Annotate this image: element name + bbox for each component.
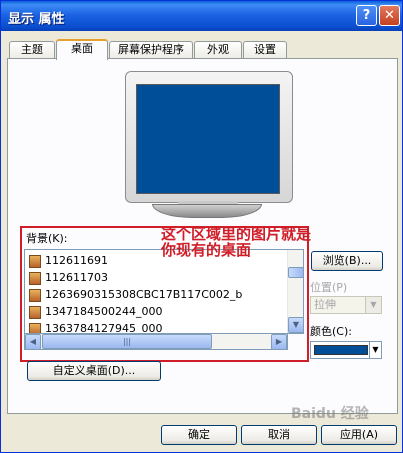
- tab-desktop[interactable]: 桌面: [56, 39, 108, 60]
- browse-button[interactable]: 浏览(B)...: [311, 251, 383, 271]
- ok-button[interactable]: 确定: [161, 425, 237, 445]
- tab-settings[interactable]: 设置: [243, 41, 287, 59]
- color-swatch: [314, 345, 368, 355]
- preview-screen: [136, 84, 280, 194]
- display-properties-window: 显示 属性 ? ✕ 主题 桌面 屏幕保护程序 外观 设置 背景(K): 1126…: [0, 0, 403, 453]
- close-button[interactable]: ✕: [379, 5, 400, 26]
- annotation-text: 这个区域里的图片就是你现有的桌面: [161, 225, 312, 259]
- tab-appearance[interactable]: 外观: [194, 41, 242, 59]
- monitor-base: [152, 204, 262, 218]
- position-label: 位置(P): [310, 281, 348, 294]
- color-label: 颜色(C):: [310, 325, 352, 338]
- chevron-down-icon[interactable]: ▼: [369, 342, 381, 358]
- tab-screensaver[interactable]: 屏幕保护程序: [109, 41, 193, 59]
- window-title: 显示 属性: [8, 12, 65, 27]
- cancel-button[interactable]: 取消: [241, 425, 317, 445]
- baidu-watermark: Baidu 经验: [291, 406, 369, 422]
- title-bar[interactable]: 显示 属性 ? ✕: [1, 1, 402, 31]
- color-picker[interactable]: ▼: [310, 341, 382, 359]
- monitor-preview: [125, 71, 293, 203]
- customize-desktop-button[interactable]: 自定义桌面(D)...: [27, 361, 161, 381]
- tab-bar: 主题 桌面 屏幕保护程序 外观 设置: [9, 39, 399, 60]
- desktop-panel: 背景(K): 112611691 112611703 1263690315308…: [7, 58, 398, 414]
- tab-themes[interactable]: 主题: [9, 41, 55, 59]
- chevron-down-icon[interactable]: ▼: [365, 297, 381, 313]
- help-button[interactable]: ?: [356, 5, 377, 26]
- position-select[interactable]: 拉伸 ▼: [310, 296, 382, 314]
- apply-button[interactable]: 应用(A): [321, 425, 397, 445]
